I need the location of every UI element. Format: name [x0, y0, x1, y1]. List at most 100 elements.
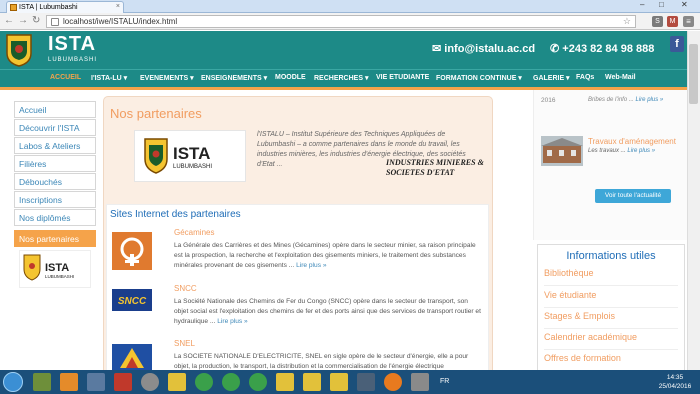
- industries-heading: INDUSTRIES MINIERES & SOCIETES D'ETAT: [386, 158, 484, 177]
- ista-emblem-icon: [6, 34, 32, 67]
- read-more-link[interactable]: Lire plus »: [217, 318, 247, 325]
- partner-desc-snel: La SOCIETE NATIONALE D'ELECTRICITE, SNEL…: [174, 353, 469, 370]
- useful-link-formation[interactable]: Offres de formation: [544, 353, 678, 371]
- sncc-logo-icon[interactable]: SNCC: [112, 289, 152, 311]
- news-snippet-text: Bribes de l'info ...: [588, 97, 634, 103]
- scrollbar-thumb[interactable]: [689, 44, 698, 104]
- sidebar-item-filieres[interactable]: Filières: [14, 155, 96, 172]
- skype-icon[interactable]: S: [652, 16, 663, 27]
- sidebar-item-inscriptions[interactable]: Inscriptions: [14, 191, 96, 208]
- sidebar-logo-sub: LUBUMBASHI: [45, 274, 74, 279]
- partner-name-sncc[interactable]: SNCC: [174, 284, 197, 293]
- sidebar-logo-text: ISTA: [45, 262, 69, 274]
- chrome-icon[interactable]: [222, 373, 240, 391]
- partner-desc-gecamines: La Générale des Carrières et des Mines (…: [174, 241, 482, 271]
- menu-accueil[interactable]: ACCUEIL: [50, 74, 81, 81]
- start-button[interactable]: [3, 372, 23, 392]
- brand-subtitle: LUBUMBASHI: [48, 57, 98, 63]
- read-more-link[interactable]: Lire plus »: [627, 148, 655, 154]
- snel-logo-icon[interactable]: [112, 344, 152, 370]
- partner-name-snel[interactable]: SNEL: [174, 339, 195, 348]
- sncc-logo-text: SNCC: [118, 296, 147, 307]
- language-indicator[interactable]: FR: [440, 378, 449, 385]
- firefox-icon[interactable]: [384, 373, 402, 391]
- clock-time: 14:35: [666, 374, 684, 381]
- partners-logo-text: ISTA: [173, 144, 210, 163]
- close-window-icon[interactable]: ✕: [681, 0, 688, 9]
- folder-icon[interactable]: [303, 373, 321, 391]
- facebook-icon[interactable]: f: [670, 36, 684, 52]
- menu-icon[interactable]: ≡: [683, 16, 694, 27]
- tab-title: ISTA | Lubumbashi: [19, 4, 78, 11]
- app-icon[interactable]: [87, 373, 105, 391]
- url-text: localhost/iwe/ISTALU/index.html: [63, 17, 178, 26]
- read-more-link[interactable]: Lire plus »: [636, 97, 664, 103]
- sidebar-item-accueil[interactable]: Accueil: [14, 101, 96, 118]
- news-sub-text: Les travaux ...: [588, 148, 626, 154]
- useful-link-vie-etudiante[interactable]: Vie étudiante: [544, 290, 678, 308]
- close-tab-icon[interactable]: ×: [116, 3, 120, 10]
- page-icon: [51, 18, 59, 26]
- browser-tab[interactable]: ISTA | Lubumbashi ×: [6, 1, 124, 13]
- useful-info-title: Informations utiles: [566, 250, 656, 262]
- news-title[interactable]: Travaux d'aménagement: [588, 137, 676, 146]
- chrome-icon[interactable]: [249, 373, 267, 391]
- sidebar-item-diplomes[interactable]: Nos diplômés: [14, 209, 96, 226]
- forward-icon[interactable]: →: [18, 15, 28, 26]
- header-email[interactable]: ✉ info@istalu.ac.cd: [432, 42, 535, 55]
- filezilla-icon[interactable]: [114, 373, 132, 391]
- menu-ista-lu[interactable]: I'ISTA-LU ▾: [91, 74, 127, 82]
- useful-link-stages[interactable]: Stages & Emplois: [544, 311, 678, 329]
- app-icon[interactable]: [411, 373, 429, 391]
- partner-name-gecamines[interactable]: Gécamines: [174, 228, 214, 237]
- windows-taskbar: [0, 370, 700, 394]
- phone-text: +243 82 84 98 888: [562, 43, 655, 55]
- chrome-icon[interactable]: [195, 373, 213, 391]
- sidebar-item-decouvrir[interactable]: Découvrir l'ISTA: [14, 119, 96, 136]
- news-subtitle: Les travaux ... Lire plus »: [588, 148, 655, 154]
- menu-enseignements[interactable]: ENSEIGNEMENTS ▾: [201, 74, 267, 82]
- address-bar-row: ← → ↻ localhost/iwe/ISTALU/index.html ☆ …: [0, 13, 700, 30]
- brand-name[interactable]: ISTA: [48, 33, 96, 56]
- app-icon[interactable]: [141, 373, 159, 391]
- bookmark-star-icon[interactable]: ☆: [623, 16, 631, 27]
- folder-icon[interactable]: [330, 373, 348, 391]
- gecamines-logo-icon[interactable]: [112, 232, 152, 270]
- ista-logo-icon: ISTA LUBUMBASHI: [144, 138, 212, 174]
- sidebar-item-partenaires[interactable]: Nos partenaires: [14, 230, 96, 247]
- email-text: info@istalu.ac.cd: [444, 43, 536, 55]
- page-title: Nos partenaires: [110, 106, 202, 121]
- gmail-icon[interactable]: M: [667, 16, 678, 27]
- news-year: 2016: [541, 97, 556, 104]
- minimize-icon[interactable]: –: [640, 0, 644, 9]
- sites-title: Sites Internet des partenaires: [110, 209, 241, 220]
- back-icon[interactable]: ←: [4, 15, 14, 26]
- app-icon[interactable]: [357, 373, 375, 391]
- menu-evenements[interactable]: EVENEMENTS ▾: [140, 74, 194, 82]
- building-photo[interactable]: [541, 136, 583, 166]
- app-icon[interactable]: [33, 373, 51, 391]
- xampp-icon[interactable]: [60, 373, 78, 391]
- partners-logo-sub: LUBUMBASHI: [173, 164, 212, 170]
- news-snippet: Bribes de l'info ... Lire plus »: [588, 97, 663, 103]
- menu-faqs[interactable]: FAQs: [576, 74, 594, 81]
- folder-icon[interactable]: [168, 373, 186, 391]
- menu-formation-continue[interactable]: FORMATION CONTINUE ▾: [436, 74, 522, 82]
- read-more-link[interactable]: Lire plus »: [296, 262, 326, 269]
- reload-icon[interactable]: ↻: [32, 15, 40, 26]
- useful-link-bibliotheque[interactable]: Bibliothèque: [544, 268, 678, 286]
- menu-webmail[interactable]: Web-Mail: [605, 74, 636, 81]
- all-news-button[interactable]: Voir toute l'actualité: [595, 189, 671, 203]
- partners-logo: ISTA LUBUMBASHI: [134, 130, 246, 182]
- clock[interactable]: 14:35 25/04/2016: [655, 373, 695, 391]
- menu-moodle[interactable]: MOODLE: [275, 74, 306, 81]
- sidebar-item-debouches[interactable]: Débouchés: [14, 173, 96, 190]
- sidebar-item-labos[interactable]: Labos & Ateliers: [14, 137, 96, 154]
- maximize-icon[interactable]: □: [659, 0, 664, 9]
- folder-icon[interactable]: [276, 373, 294, 391]
- menu-recherches[interactable]: RECHERCHES ▾: [314, 74, 368, 82]
- useful-link-calendrier[interactable]: Calendrier académique: [544, 332, 678, 350]
- menu-galerie[interactable]: GALERIE ▾: [533, 74, 570, 82]
- url-field[interactable]: localhost/iwe/ISTALU/index.html ☆: [46, 15, 636, 28]
- menu-vie-etudiante[interactable]: VIE ETUDIANTE: [376, 74, 429, 81]
